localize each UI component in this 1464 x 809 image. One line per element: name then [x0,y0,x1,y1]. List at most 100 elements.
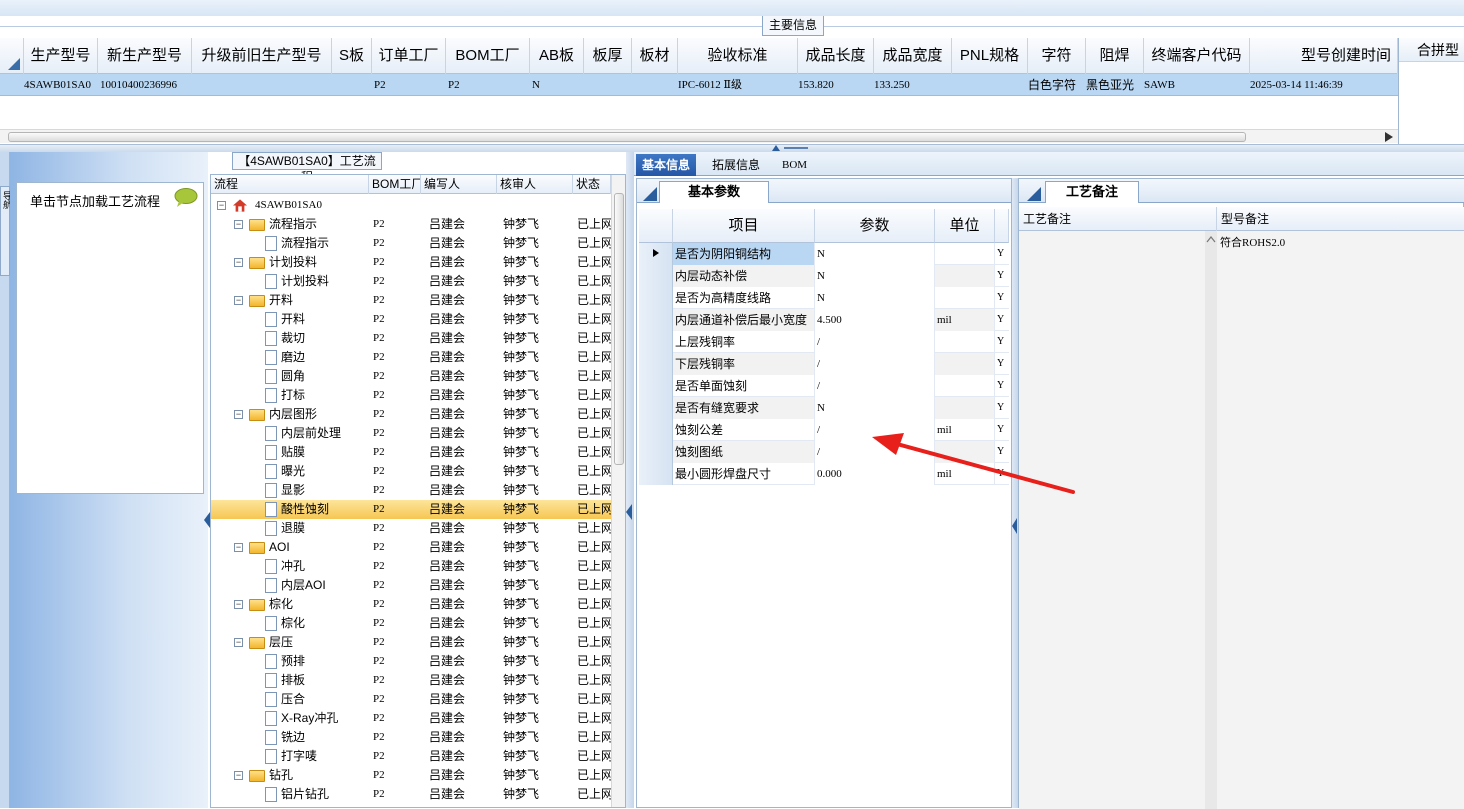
tree-col-bom[interactable]: BOM工厂 [369,175,421,194]
collapse-icon[interactable]: − [234,296,243,305]
tree-folder-row[interactable]: − 开料 P2 吕建会 钟梦飞 已上网 [211,291,611,310]
tree-col-author[interactable]: 编写人 [421,175,497,194]
tree-leaf-row[interactable]: 退膜 P2 吕建会 钟梦飞 已上网 [211,519,611,538]
tree-leaf-row[interactable]: 圆角 P2 吕建会 钟梦飞 已上网 [211,367,611,386]
col-old-model[interactable]: 升级前旧生产型号 [192,38,332,74]
tree-leaf-row[interactable]: 排板 P2 吕建会 钟梦飞 已上网 [211,671,611,690]
tree-root-row[interactable]: − 4SAWB01SA0 [211,196,611,215]
col-pnl-spec[interactable]: PNL规格 [952,38,1028,74]
tab-basic-info[interactable]: 基本信息 [636,154,697,176]
collapse-icon[interactable]: − [234,600,243,609]
tab-basic-params[interactable]: 基本参数 [659,181,769,203]
tree-leaf-row[interactable]: 铣边 P2 吕建会 钟梦飞 已上网 [211,728,611,747]
vertical-scrollbar[interactable] [1205,231,1217,809]
tree-leaf-row[interactable]: 铝片钻孔 P2 吕建会 钟梦飞 已上网 [211,785,611,804]
tree-leaf-row[interactable]: 内层AOI P2 吕建会 钟梦飞 已上网 [211,576,611,595]
horizontal-splitter[interactable] [0,144,1464,152]
tree-vertical-scrollbar[interactable] [611,175,625,807]
scroll-up-arrow-icon[interactable] [1206,235,1216,243]
model-notes-value[interactable]: 符合ROHS2.0 [1220,234,1285,250]
col-length[interactable]: 成品长度 [798,38,874,74]
col-thickness[interactable]: 板厚 [584,38,632,74]
tree-leaf-row[interactable]: 曝光 P2 吕建会 钟梦飞 已上网 [211,462,611,481]
row-selector[interactable] [639,463,673,485]
tree-folder-row[interactable]: − 棕化 P2 吕建会 钟梦飞 已上网 [211,595,611,614]
tree-leaf-row[interactable]: 冲孔 P2 吕建会 钟梦飞 已上网 [211,557,611,576]
col-model[interactable]: 生产型号 [24,38,98,74]
row-selector[interactable] [639,353,673,375]
row-selector[interactable] [639,287,673,309]
param-row[interactable]: 是否有缝宽要求 N Y [639,397,1009,419]
params-col-item[interactable]: 项目 [673,209,815,243]
col-material[interactable]: 板材 [632,38,678,74]
process-notes-header[interactable]: 工艺备注 [1019,207,1216,231]
tree-leaf-row[interactable]: 预排 P2 吕建会 钟梦飞 已上网 [211,652,611,671]
tree-leaf-row[interactable]: 显影 P2 吕建会 钟梦飞 已上网 [211,481,611,500]
row-selector[interactable] [639,309,673,331]
param-value-input[interactable]: 4.500 [815,309,935,331]
tree-leaf-row[interactable]: 流程指示 P2 吕建会 钟梦飞 已上网 [211,234,611,253]
process-notes-textarea[interactable] [1019,231,1205,809]
scroll-thumb[interactable] [614,193,624,465]
row-selector[interactable] [639,243,673,265]
collapse-icon[interactable]: − [234,410,243,419]
tree-leaf-row[interactable]: 开料 P2 吕建会 钟梦飞 已上网 [211,310,611,329]
row-selector[interactable] [639,265,673,287]
tab-process-notes[interactable]: 工艺备注 [1045,181,1139,203]
col-order-factory[interactable]: 订单工厂 [372,38,446,74]
collapse-icon[interactable] [626,504,634,520]
col-s-board[interactable]: S板 [332,38,372,74]
collapse-icon[interactable]: − [234,220,243,229]
tree-folder-row[interactable]: − 内层图形 P2 吕建会 钟梦飞 已上网 [211,405,611,424]
collapse-icon[interactable]: − [234,543,243,552]
col-width[interactable]: 成品宽度 [874,38,952,74]
tree-leaf-row[interactable]: 裁切 P2 吕建会 钟梦飞 已上网 [211,329,611,348]
collapse-icon[interactable]: − [234,638,243,647]
param-value-input[interactable]: N [815,287,935,309]
param-value-input[interactable]: N [815,397,935,419]
vertical-splitter[interactable] [626,152,634,808]
tree-folder-row[interactable]: − 流程指示 P2 吕建会 钟梦飞 已上网 [211,215,611,234]
param-row[interactable]: 上层残铜率 / Y [639,331,1009,353]
params-col-unit[interactable]: 单位 [935,209,995,243]
nav-side-tab[interactable]: 导航 [0,186,12,276]
tree-col-process[interactable]: 流程 [211,175,369,194]
tree-leaf-row[interactable]: 酸性蚀刻 P2 吕建会 钟梦飞 已上网 [211,500,611,519]
tree-col-status[interactable]: 状态 [573,175,611,194]
collapse-icon[interactable]: − [234,771,243,780]
param-value-input[interactable]: / [815,353,935,375]
tree-leaf-row[interactable]: 压合 P2 吕建会 钟梦飞 已上网 [211,690,611,709]
tree-leaf-row[interactable]: 磨边 P2 吕建会 钟梦飞 已上网 [211,348,611,367]
col-legend[interactable]: 字符 [1028,38,1086,74]
tree-folder-row[interactable]: − 钻孔 P2 吕建会 钟梦飞 已上网 [211,766,611,785]
scroll-right-arrow-icon[interactable] [1385,132,1393,142]
table-row[interactable]: 4SAWB01SA0 10010400236996 P2 P2 N IPC-60… [0,74,1398,96]
merged-panel-title[interactable]: 合拼型 [1399,38,1464,62]
tree-leaf-row[interactable]: 打标 P2 吕建会 钟梦飞 已上网 [211,386,611,405]
col-bom-factory[interactable]: BOM工厂 [446,38,530,74]
tree-leaf-row[interactable]: 贴膜 P2 吕建会 钟梦飞 已上网 [211,443,611,462]
tree-col-reviewer[interactable]: 核审人 [497,175,573,194]
param-row[interactable]: 内层动态补偿 N Y [639,265,1009,287]
param-row[interactable]: 内层通道补偿后最小宽度 4.500 mil Y [639,309,1009,331]
model-notes-header[interactable]: 型号备注 [1217,207,1464,231]
row-selector[interactable] [639,419,673,441]
col-acceptance-standard[interactable]: 验收标准 [678,38,798,74]
param-row[interactable]: 是否为高精度线路 N Y [639,287,1009,309]
tree-folder-row[interactable]: − 层压 P2 吕建会 钟梦飞 已上网 [211,633,611,652]
col-created-time[interactable]: 型号创建时间 [1250,38,1398,74]
row-selector[interactable] [639,375,673,397]
tree-leaf-row[interactable]: 棕化 P2 吕建会 钟梦飞 已上网 [211,614,611,633]
param-row[interactable]: 是否单面蚀刻 / Y [639,375,1009,397]
scroll-thumb[interactable] [8,132,1246,142]
param-value-input[interactable]: N [815,265,935,287]
tree-folder-row[interactable]: − 计划投料 P2 吕建会 钟梦飞 已上网 [211,253,611,272]
tree-leaf-row[interactable]: X-Ray冲孔 P2 吕建会 钟梦飞 已上网 [211,709,611,728]
row-selector[interactable] [639,331,673,353]
param-value-input[interactable]: / [815,331,935,353]
col-ab-board[interactable]: AB板 [530,38,584,74]
col-new-model[interactable]: 新生产型号 [98,38,192,74]
col-solder-mask[interactable]: 阻焊 [1086,38,1144,74]
param-row[interactable]: 是否为阴阳铜结构 N Y [639,243,1009,265]
collapse-icon[interactable]: − [217,201,226,210]
